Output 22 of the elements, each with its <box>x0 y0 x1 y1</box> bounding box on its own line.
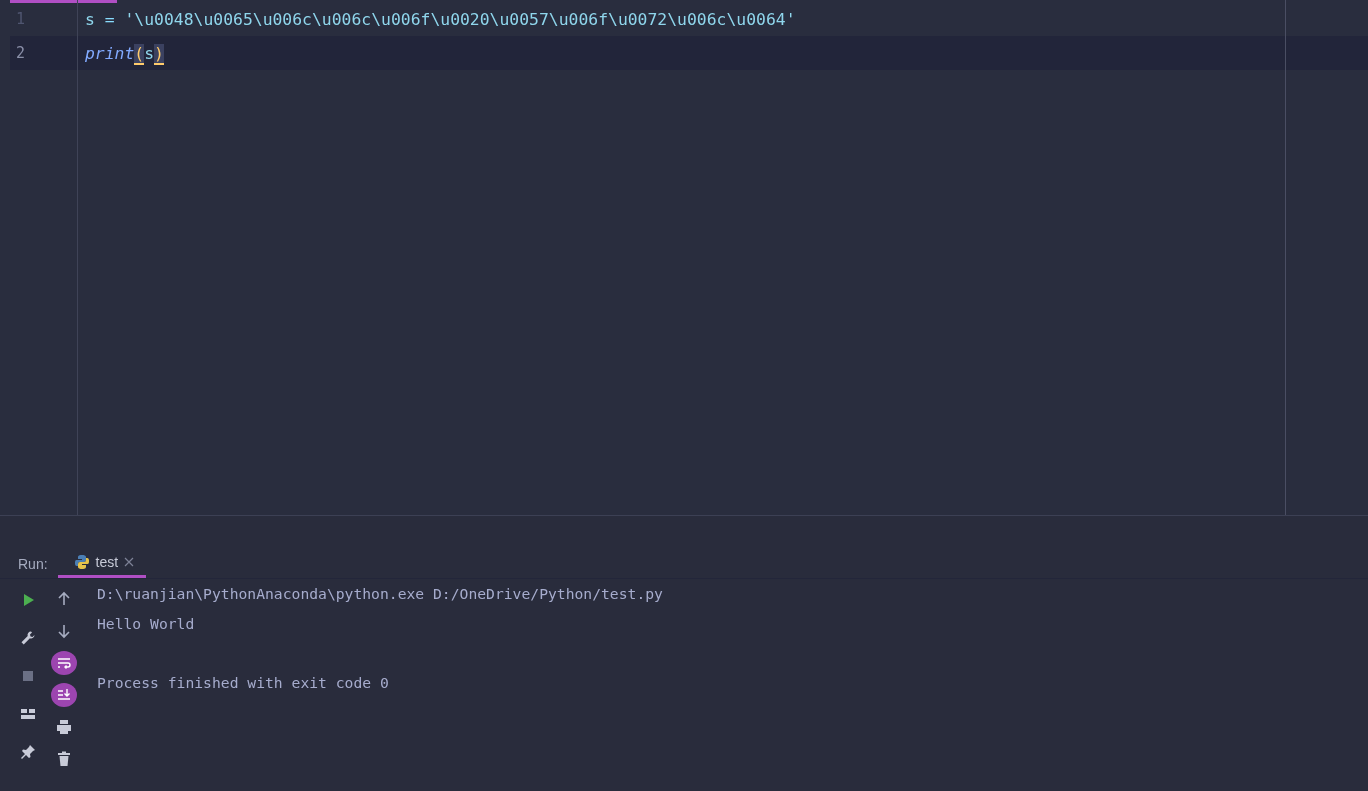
layout-icon <box>20 706 36 722</box>
soft-wrap-icon-button[interactable] <box>51 651 77 675</box>
down-arrow-icon <box>56 623 72 639</box>
run-tab[interactable]: test <box>57 548 147 578</box>
stop-icon <box>20 668 36 684</box>
pin-icon <box>20 744 36 760</box>
console-output-line: Hello World <box>97 614 196 634</box>
close-icon[interactable] <box>124 556 135 567</box>
python-icon <box>73 553 90 570</box>
code-text: s = '\u0048\u0065\u006c\u006c\u006f\u0020\u0057\u006f\u0072\u006c\u0064' <box>85 9 796 29</box>
console-output-line: Process finished with exit code 0 <box>97 673 390 693</box>
line-number: 2 <box>15 44 27 62</box>
console-output-line: D:\ruanjian\PythonAnaconda\python.exe D:/OneDrive/Python/test.py <box>97 585 663 604</box>
print-icon <box>56 719 72 735</box>
code-text: print(s) <box>85 43 164 63</box>
soft-wrap-icon <box>56 655 72 671</box>
run-label: Run: <box>17 556 49 574</box>
scroll-to-end-icon <box>56 687 72 703</box>
scroll-to-end-icon-button[interactable] <box>51 683 77 707</box>
trash-icon <box>56 751 72 767</box>
up-arrow-icon <box>56 591 72 607</box>
wrench-icon <box>20 630 36 646</box>
